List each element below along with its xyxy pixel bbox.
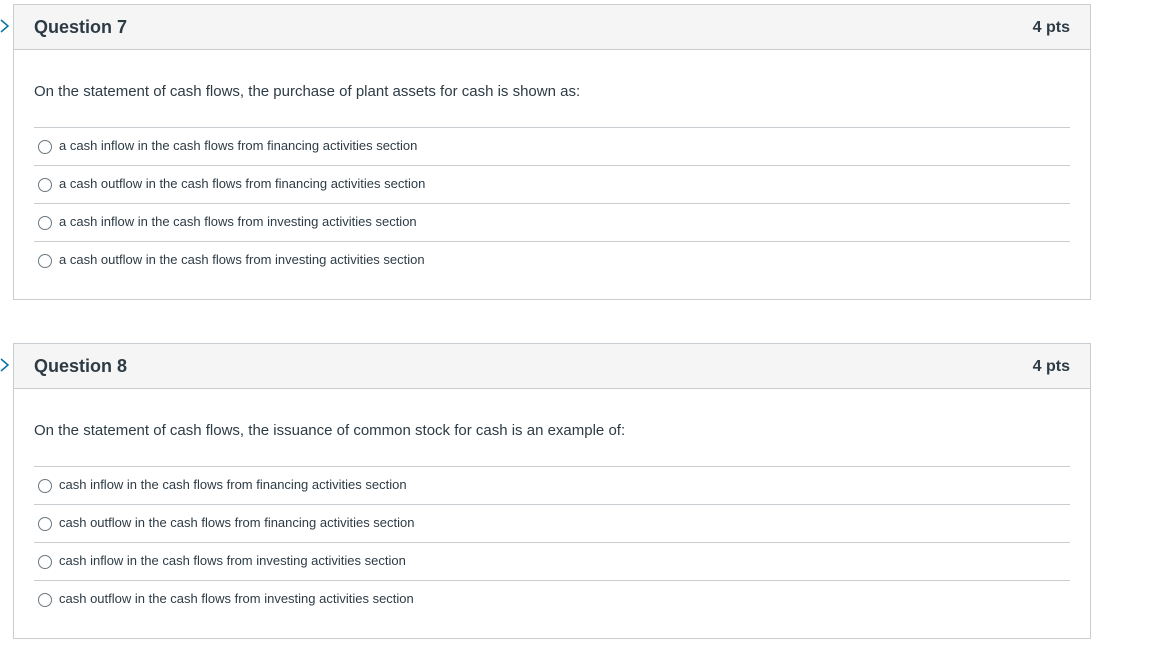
radio-button-icon[interactable] [38,216,52,230]
answer-option[interactable]: a cash outflow in the cash flows from in… [34,241,1070,279]
answer-option[interactable]: cash outflow in the cash flows from inve… [34,580,1070,618]
answer-option[interactable]: cash inflow in the cash flows from finan… [34,466,1070,504]
question-header: Question 7 4 pts [14,5,1090,50]
radio-button-icon[interactable] [38,555,52,569]
flag-question-icon[interactable] [0,19,10,33]
question-text: On the statement of cash flows, the purc… [34,83,581,100]
answer-label[interactable]: a cash inflow in the cash flows from inv… [59,214,417,229]
answer-option[interactable]: a cash outflow in the cash flows from fi… [34,165,1070,203]
radio-button-icon[interactable] [38,517,52,531]
answer-label[interactable]: cash outflow in the cash flows from fina… [59,515,415,530]
question-title: Question 7 [34,17,128,37]
question-title: Question 8 [34,356,128,376]
answer-option[interactable]: a cash inflow in the cash flows from inv… [34,203,1070,241]
question-points: 4 pts [1032,19,1070,36]
radio-button-icon[interactable] [38,140,52,154]
answer-option[interactable]: cash outflow in the cash flows from fina… [34,504,1070,542]
question-8-card: Question 8 4 pts On the statement of cas… [0,343,1091,639]
radio-button-icon[interactable] [38,178,52,192]
question-7-card: Question 7 4 pts On the statement of cas… [0,4,1091,300]
answer-option[interactable]: a cash inflow in the cash flows from fin… [34,127,1070,165]
question-header: Question 8 4 pts [14,344,1090,389]
flag-question-icon[interactable] [0,358,10,372]
radio-button-icon[interactable] [38,479,52,493]
question-points: 4 pts [1032,358,1070,375]
answer-label[interactable]: cash inflow in the cash flows from inves… [59,553,406,568]
answer-list: cash inflow in the cash flows from finan… [34,466,1070,618]
radio-button-icon[interactable] [38,254,52,268]
answer-option[interactable]: cash inflow in the cash flows from inves… [34,542,1070,580]
answer-label[interactable]: cash inflow in the cash flows from finan… [59,477,407,492]
answer-label[interactable]: a cash inflow in the cash flows from fin… [59,138,417,153]
answer-label[interactable]: a cash outflow in the cash flows from in… [59,252,425,267]
answer-label[interactable]: cash outflow in the cash flows from inve… [59,591,414,606]
radio-button-icon[interactable] [38,593,52,607]
answer-list: a cash inflow in the cash flows from fin… [34,127,1070,279]
question-text: On the statement of cash flows, the issu… [34,422,626,439]
answer-label[interactable]: a cash outflow in the cash flows from fi… [59,176,425,191]
